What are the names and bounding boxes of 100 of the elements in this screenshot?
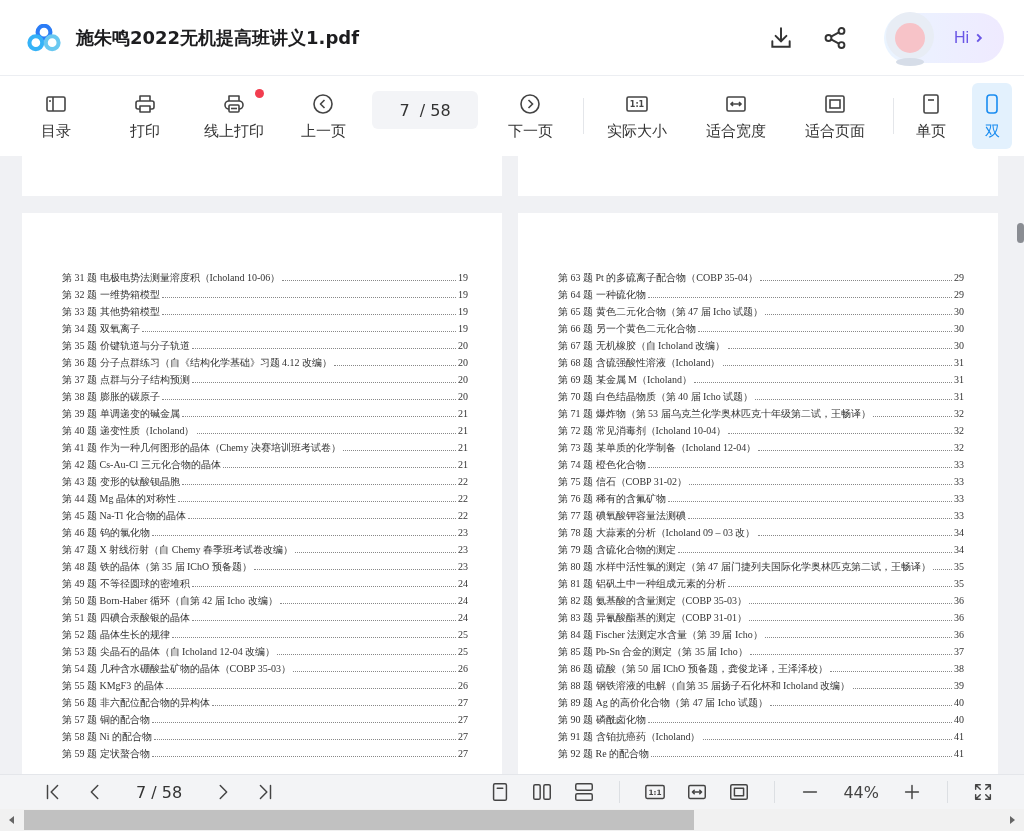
download-icon[interactable]: [768, 24, 794, 51]
toc-entry-title[interactable]: 第 42 题 Cs-Au-Cl 三元化合物的晶体: [62, 456, 221, 473]
toolbar-button[interactable]: 目录: [16, 83, 96, 149]
toc-entry-title[interactable]: 第 80 题 水样中活性氯的测定（第 47 届门捷列夫国际化学奥林匹克第二试，王畅译）: [558, 558, 931, 575]
toc-entry-title[interactable]: 第 58 题 Ni 的配合物: [62, 728, 152, 745]
toc-entry-title[interactable]: 第 83 题 异氰酸酯基的测定（COBP 31-01）: [558, 609, 748, 626]
toc-page-number: 40: [954, 713, 964, 727]
toc-entry-title[interactable]: 第 74 题 橙色化合物: [558, 456, 646, 473]
scroll-right-icon[interactable]: [1008, 815, 1016, 825]
toc-entry-title[interactable]: 第 51 题 四碘合汞酸银的晶体: [62, 609, 190, 626]
toc-entry-title[interactable]: 第 48 题 铁的晶体（第 35 届 IChO 预备题）: [62, 558, 252, 575]
toc-entry-title[interactable]: 第 37 题 点群与分子结构预测: [62, 371, 190, 388]
toolbar-button[interactable]: 1:1 实际大小: [592, 83, 682, 149]
toc-entry-title[interactable]: 第 88 题 钢铁溶液的电解（自第 35 届扬子石化杯和 Icholand 改编）: [558, 677, 851, 694]
toc-entry-title[interactable]: 第 39 题 单调递变的碱金属: [62, 405, 180, 422]
double-page-icon[interactable]: [531, 781, 554, 803]
toc-entry-title[interactable]: 第 50 题 Born-Haber 循环（自第 42 届 Icho 改编）: [62, 592, 278, 609]
toc-entry-title[interactable]: 第 91 题 含铂抗癌药（Icholand）: [558, 728, 701, 745]
toc-entry-title[interactable]: 第 78 题 大蒜素的分析（Icholand 09 – 03 改）: [558, 524, 756, 541]
toc-entry-title[interactable]: 第 92 题 Re 的配合物: [558, 745, 650, 762]
toc-page-number: 32: [954, 441, 964, 455]
toc-entry-title[interactable]: 第 82 题 氨基酸的含量测定（COBP 35-03）: [558, 592, 748, 609]
scrollbar-thumb[interactable]: [1017, 223, 1024, 243]
toc-entry-title[interactable]: 第 65 题 黄色二元化合物（第 47 届 Icho 试题）: [558, 303, 764, 320]
toc-entry-title[interactable]: 第 81 题 铝矾土中一种组成元素的分析: [558, 575, 726, 592]
fullscreen-icon[interactable]: [972, 781, 994, 803]
toc-page-number: 30: [954, 339, 964, 353]
previous-page-icon: [311, 91, 335, 116]
toc-entry-title[interactable]: 第 34 题 双氧离子: [62, 320, 140, 337]
toc-entry-title[interactable]: 第 31 题 电极电势法测量溶度积（Icholand 10-06）: [62, 269, 281, 286]
assistant-button[interactable]: Hi: [884, 12, 1004, 63]
toc-entry-title[interactable]: 第 68 题 含硫强酸性溶液（Icholand）: [558, 354, 721, 371]
next-page-button[interactable]: 下一页: [490, 83, 570, 149]
toc-entry-title[interactable]: 第 40 题 递变性质（Icholand）: [62, 422, 195, 439]
toc-page-number: 31: [954, 356, 964, 370]
toc-entry-title[interactable]: 第 84 题 Fischer 法测定水含量（第 39 届 Icho）: [558, 626, 763, 643]
toc-entry-title[interactable]: 第 55 题 KMgF3 的晶体: [62, 677, 164, 694]
toc-entry-title[interactable]: 第 32 题 一维势箱模型: [62, 286, 160, 303]
toc-page-number: 36: [954, 594, 964, 608]
toc-entry-title[interactable]: 第 76 题 稀有的含氟矿物: [558, 490, 666, 507]
toolbar-button[interactable]: 打印: [105, 83, 185, 149]
fit-page-icon[interactable]: [728, 781, 751, 803]
toc-entry-title[interactable]: 第 63 题 Pt 的多硫离子配合物（COBP 35-04）: [558, 269, 758, 286]
view-mode-tab[interactable]: 单页: [902, 83, 960, 149]
toc-entry-title[interactable]: 第 52 题 晶体生长的规律: [62, 626, 170, 643]
toc-entry-title[interactable]: 第 72 题 常见消毒剂（Icholand 10-04）: [558, 422, 727, 439]
toc-entry-title[interactable]: 第 67 题 无机橡胶（自 Icholand 改编）: [558, 337, 726, 354]
toc-entry-title[interactable]: 第 69 题 某金属 M（Icholand）: [558, 371, 692, 388]
page-number-field[interactable]: 7 / 58: [372, 91, 478, 129]
toc-page-number: 27: [458, 747, 468, 761]
toc-page-number: 33: [954, 458, 964, 472]
toc-page-number: 36: [954, 628, 964, 642]
toc-entry-title[interactable]: 第 36 题 分子点群练习（自《结构化学基础》习题 4.12 改编）: [62, 354, 332, 371]
toc-entry-title[interactable]: 第 73 题 某单质的化学制备（Icholand 12-04）: [558, 439, 757, 456]
toc-page-number: 34: [954, 526, 964, 540]
toc-entry-title[interactable]: 第 33 题 其他势箱模型: [62, 303, 160, 320]
toc-entry-title[interactable]: 第 56 题 非六配位配合物的异构体: [62, 694, 210, 711]
toc-entry-title[interactable]: 第 41 题 作为一种几何图形的晶体（Chemy 决赛培训班考试卷）: [62, 439, 341, 456]
toc-entry-title[interactable]: 第 77 题 碘氧酸钾容量法测碘: [558, 507, 686, 524]
scroll-view-icon[interactable]: [573, 781, 596, 803]
toc-entry-title[interactable]: 第 43 题 变形的钛酸钡晶胞: [62, 473, 180, 490]
toc-entry-title[interactable]: 第 38 题 膨胀的碳原子: [62, 388, 160, 405]
toc-entry-title[interactable]: 第 57 题 铜的配合物: [62, 711, 150, 728]
toc-page-number: 40: [954, 696, 964, 710]
toc-entry-title[interactable]: 第 47 题 X 射线衍射（自 Chemy 春季班考试卷改编）: [62, 541, 294, 558]
toc-entry-title[interactable]: 第 45 题 Na-Tl 化合物的晶体: [62, 507, 186, 524]
toc-entry-title[interactable]: 第 64 题 一种硫化物: [558, 286, 646, 303]
toc-entry-title[interactable]: 第 75 题 信石（COBP 31-02）: [558, 473, 688, 490]
toc-entry-title[interactable]: 第 85 题 Pb-Sn 合金的测定（第 35 届 Icho）: [558, 643, 748, 660]
toc-page-number: 29: [954, 271, 964, 285]
toc-page-number: 19: [458, 288, 468, 302]
toc-page-number: 26: [458, 679, 468, 693]
toc-page-number: 32: [954, 407, 964, 421]
toc-page-number: 20: [458, 356, 468, 370]
toc-entry-title[interactable]: 第 86 题 硫酸（第 50 届 IChO 预备题，龚俊龙译，王泽泽校）: [558, 660, 828, 677]
toc-entry-title[interactable]: 第 54 题 几种含水硼酸盐矿物的晶体（COBP 35-03）: [62, 660, 292, 677]
toc-entry-title[interactable]: 第 71 题 爆炸物（第 53 届乌克兰化学奥林匹克十年级第二试，王畅译）: [558, 405, 871, 422]
toc-entry-title[interactable]: 第 90 题 磷酰卤化物: [558, 711, 646, 728]
toc-entry-title[interactable]: 第 79 题 含硫化合物的测定: [558, 541, 676, 558]
scroll-left-icon[interactable]: [8, 815, 16, 825]
toc-page-number: 31: [954, 390, 964, 404]
toolbar-button[interactable]: 线上打印: [194, 83, 274, 149]
share-icon[interactable]: [822, 24, 848, 51]
toc-entry-title[interactable]: 第 53 题 尖晶石的晶体（自 Icholand 12-04 改编）: [62, 643, 276, 660]
toc-page-number: 35: [954, 577, 964, 591]
previous-page-button[interactable]: 上一页: [283, 83, 363, 149]
toolbar-button[interactable]: 适合页面: [790, 83, 880, 149]
toc-entry-title[interactable]: 第 66 题 另一个黄色二元化合物: [558, 320, 696, 337]
toc-entry-title[interactable]: 第 89 题 Ag 的高价化合物（第 47 届 Icho 试题）: [558, 694, 768, 711]
toolbar-button[interactable]: 适合宽度: [691, 83, 781, 149]
toc-entry-title[interactable]: 第 59 题 定状螯合物: [62, 745, 150, 762]
scrollbar-thumb[interactable]: [24, 810, 694, 830]
toc-page-number: 35: [954, 560, 964, 574]
toc-entry-title[interactable]: 第 70 题 白色结晶物质（第 40 届 Icho 试题）: [558, 388, 754, 405]
toc-entry-title[interactable]: 第 44 题 Mg 晶体的对称性: [62, 490, 176, 507]
toc-entry-title[interactable]: 第 46 题 钨的氯化物: [62, 524, 150, 541]
toc-entry-title[interactable]: 第 49 题 不等径圆球的密堆积: [62, 575, 190, 592]
toc-entry-title[interactable]: 第 35 题 价键轨道与分子轨道: [62, 337, 190, 354]
page-number-field[interactable]: 7 / 58: [136, 782, 183, 802]
toc-page-number: 20: [458, 390, 468, 404]
